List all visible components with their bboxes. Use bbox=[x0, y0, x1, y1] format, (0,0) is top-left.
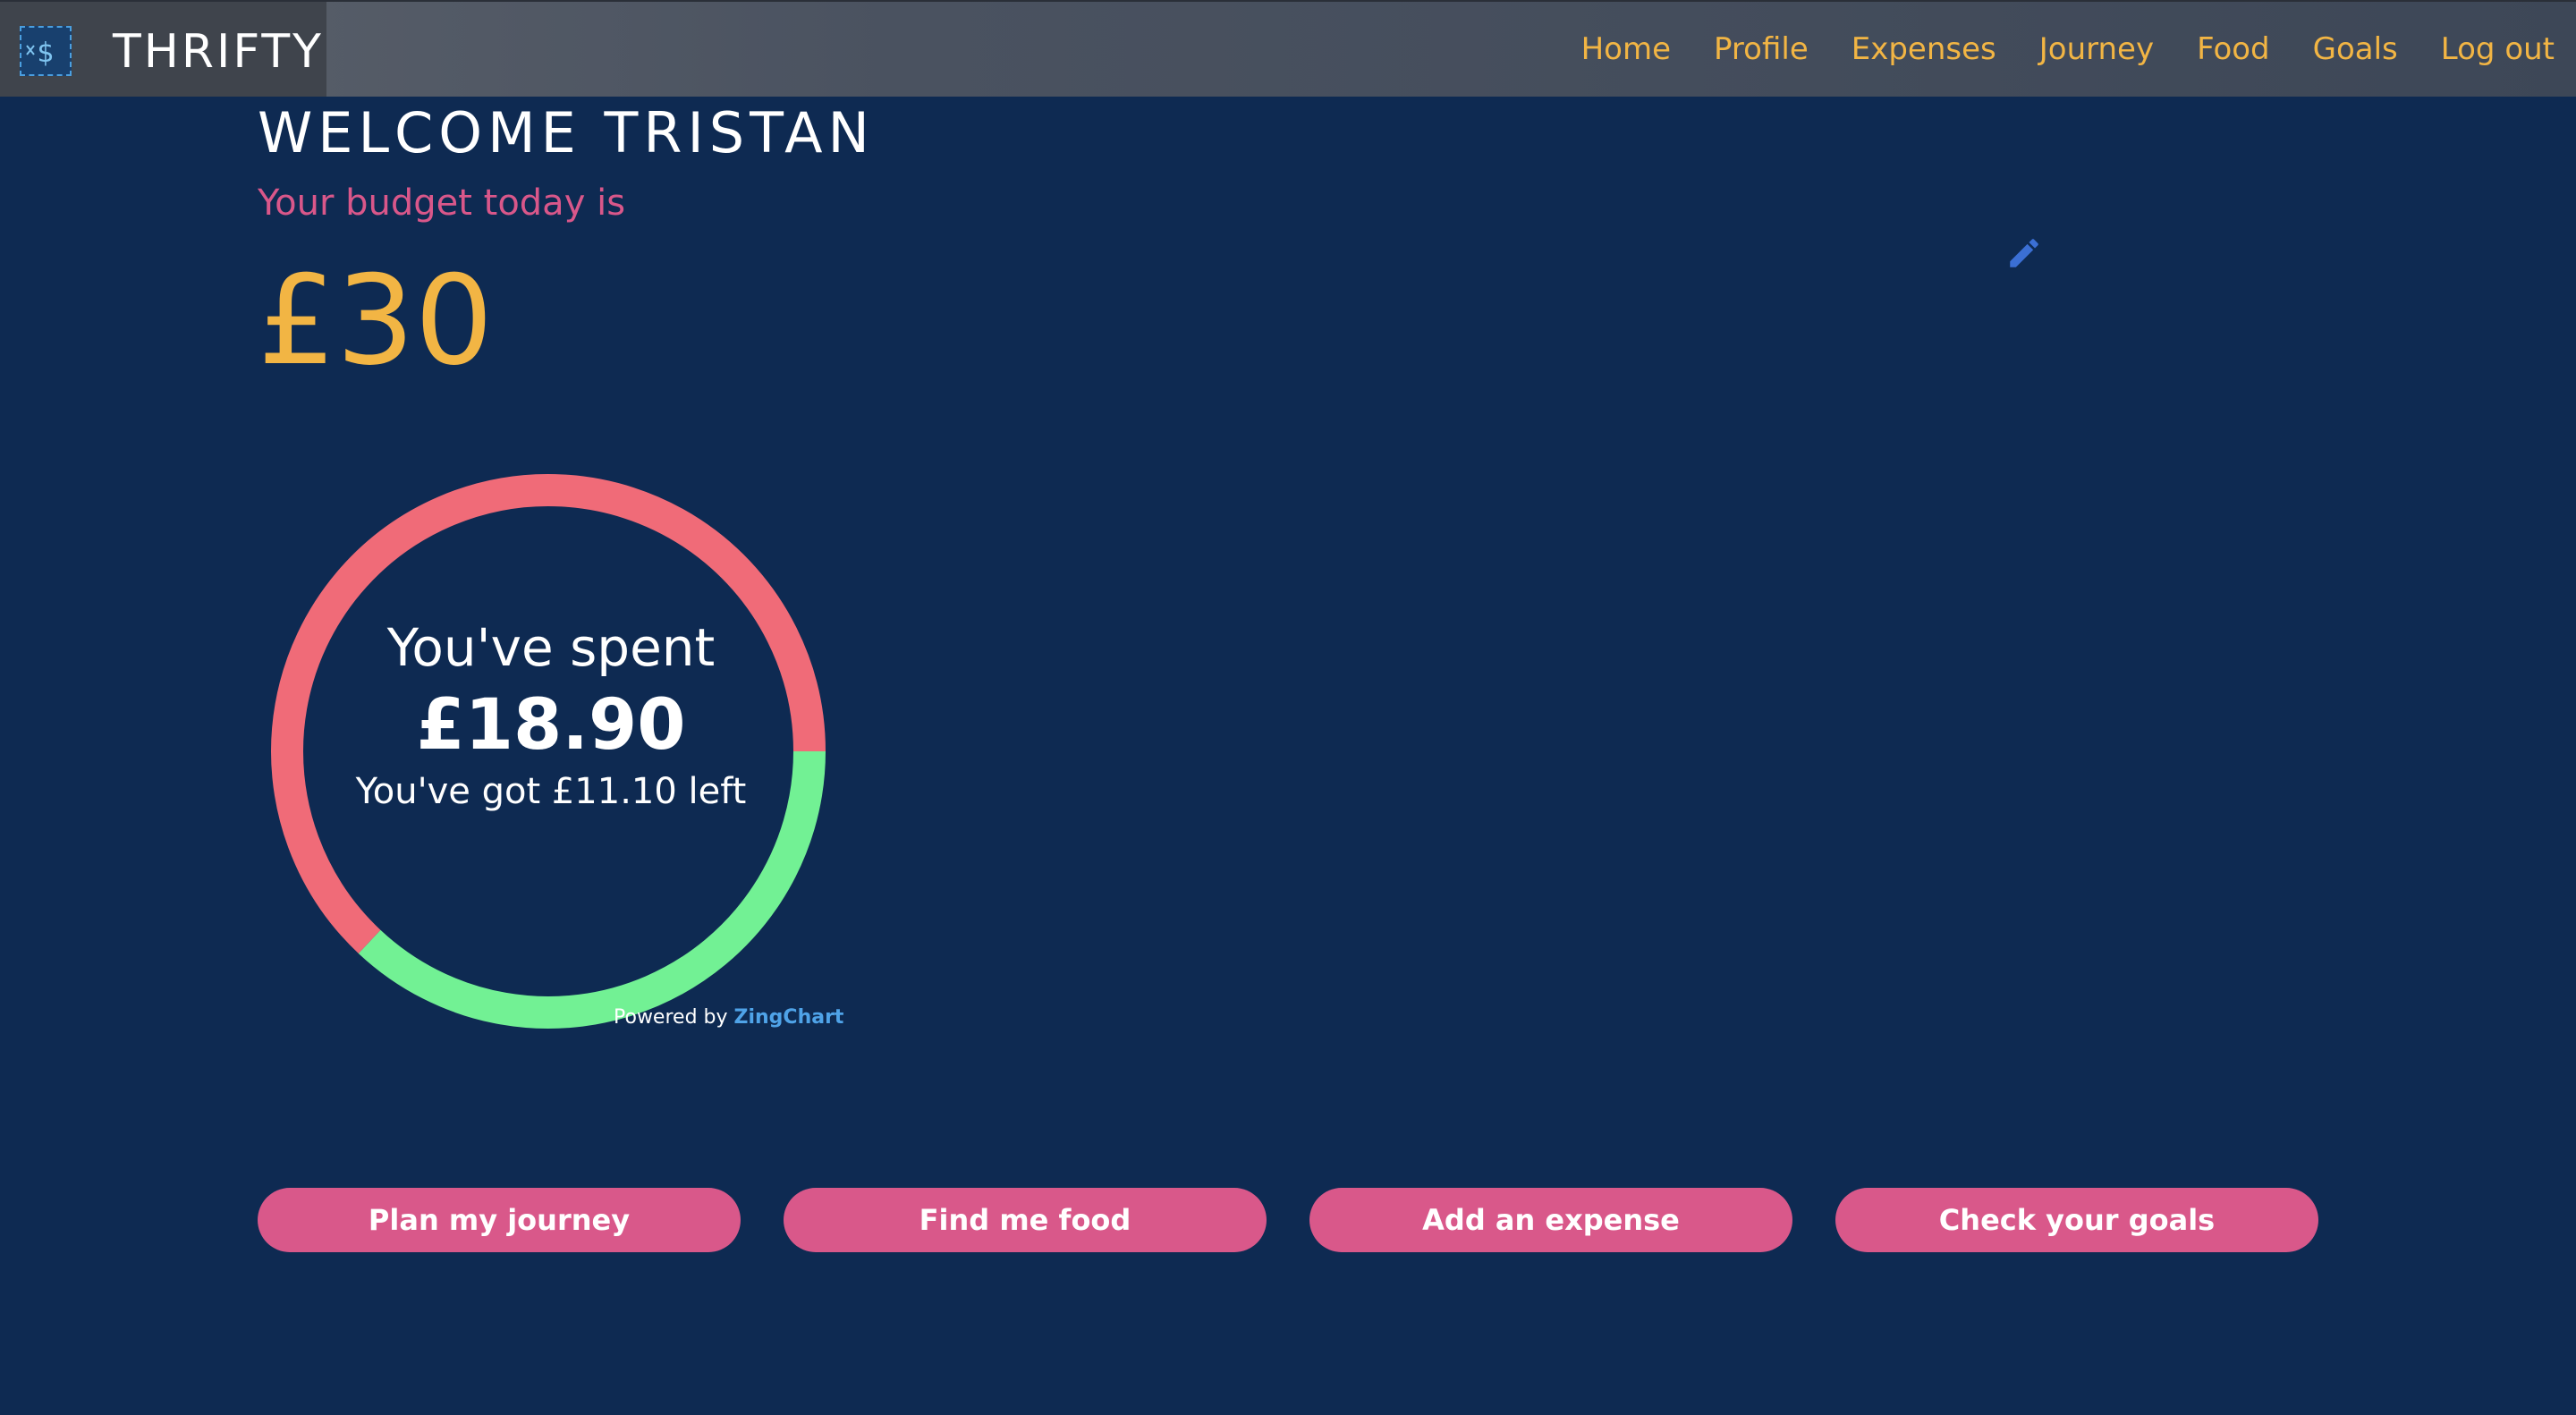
budget-label: Your budget today is bbox=[258, 182, 626, 224]
brand[interactable]: $ THRIFTY bbox=[0, 2, 326, 97]
navbar: $ THRIFTY Home Profile Expenses Journey … bbox=[0, 0, 2576, 97]
nav-food[interactable]: Food bbox=[2197, 31, 2270, 67]
svg-text:$: $ bbox=[37, 38, 54, 69]
budget-amount: £30 bbox=[258, 249, 494, 393]
nav-profile[interactable]: Profile bbox=[1714, 31, 1809, 67]
chart-center-title: You've spent bbox=[386, 617, 716, 678]
find-food-button[interactable]: Find me food bbox=[784, 1188, 1267, 1252]
nav-links: Home Profile Expenses Journey Food Goals… bbox=[1581, 2, 2555, 97]
nav-journey[interactable]: Journey bbox=[2039, 31, 2154, 67]
powered-prefix: Powered by bbox=[614, 1006, 734, 1029]
powered-by: Powered by ZingChart bbox=[614, 1006, 843, 1029]
nav-logout[interactable]: Log out bbox=[2441, 31, 2555, 67]
pencil-icon[interactable] bbox=[2005, 234, 2043, 272]
nav-expenses[interactable]: Expenses bbox=[1852, 31, 1996, 67]
plan-journey-button[interactable]: Plan my journey bbox=[258, 1188, 741, 1252]
nav-home[interactable]: Home bbox=[1581, 31, 1671, 67]
budget-donut-chart: You've spent £18.90 You've got £11.10 le… bbox=[250, 456, 859, 1046]
check-goals-button[interactable]: Check your goals bbox=[1835, 1188, 2318, 1252]
add-expense-button[interactable]: Add an expense bbox=[1309, 1188, 1792, 1252]
welcome-heading: WELCOME TRISTAN bbox=[258, 100, 875, 165]
chart-center-subtitle: You've got £11.10 left bbox=[355, 771, 747, 812]
zingchart-link[interactable]: ZingChart bbox=[734, 1006, 844, 1029]
dollar-logo-icon: $ bbox=[20, 26, 72, 76]
chart-center-value: £18.90 bbox=[416, 685, 686, 766]
action-buttons: Plan my journey Find me food Add an expe… bbox=[258, 1188, 2318, 1252]
nav-goals[interactable]: Goals bbox=[2313, 31, 2398, 67]
brand-name: THRIFTY bbox=[113, 25, 324, 79]
